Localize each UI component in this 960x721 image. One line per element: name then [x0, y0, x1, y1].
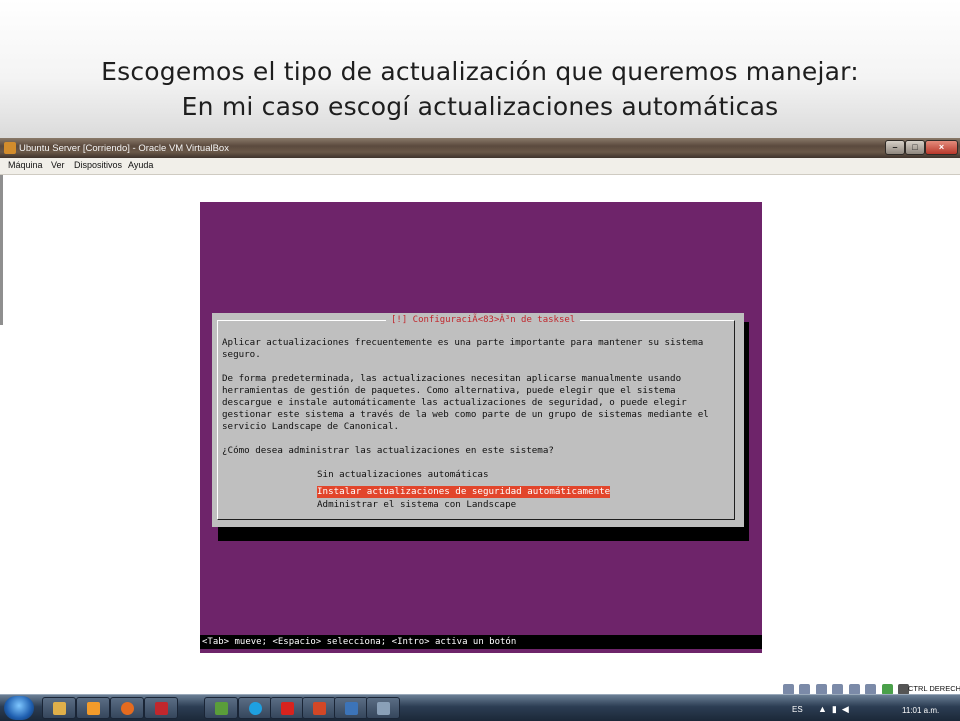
taskbar-app-acrobat[interactable] — [270, 697, 304, 719]
window-title: Ubuntu Server [Corriendo] - Oracle VM Vi… — [19, 143, 229, 154]
dialog-question: ¿Cómo desea administrar las actualizacio… — [222, 445, 554, 456]
taskbar-app-virtualbox[interactable] — [334, 697, 368, 719]
menu-bar: Máquina Ver Dispositivos Ayuda — [0, 158, 960, 175]
taskbar-app-media-player[interactable] — [76, 697, 110, 719]
tasksel-dialog: [!] ConfiguraciÃ<83>Â³n de tasksel Aplic… — [212, 313, 744, 527]
slide-header: Escogemos el tipo de actualización que q… — [0, 0, 960, 142]
close-button[interactable]: × — [925, 140, 958, 155]
firefox-icon — [121, 702, 134, 715]
window-left-edge — [0, 175, 3, 325]
taskbar-app-powerpoint[interactable] — [302, 697, 336, 719]
slide-title-line-1: Escogemos el tipo de actualización que q… — [101, 57, 859, 86]
dialog-paragraph: Aplicar actualizaciones frecuentemente e… — [222, 337, 704, 360]
windows-taskbar — [0, 694, 960, 721]
dialog-body: Aplicar actualizaciones frecuentemente e… — [222, 337, 709, 469]
option-no-automatic-updates[interactable]: Sin actualizaciones automáticas — [317, 469, 610, 481]
language-indicator[interactable]: ES — [792, 705, 803, 714]
taskbar-app-skype[interactable] — [238, 697, 272, 719]
menu-dispositivos[interactable]: Dispositivos — [74, 160, 122, 170]
option-manage-with-landscape[interactable]: Administrar el sistema con Landscape — [317, 499, 610, 511]
tool-icon — [377, 702, 390, 715]
virtualbox-window: Ubuntu Server [Corriendo] - Oracle VM Vi… — [0, 138, 960, 688]
taskbar-app-dreamweaver[interactable] — [204, 697, 238, 719]
flash-icon — [155, 702, 168, 715]
media-player-icon — [87, 702, 100, 715]
installer-help-footer: <Tab> mueve; <Espacio> selecciona; <Intr… — [200, 635, 762, 649]
menu-maquina[interactable]: Máquina — [8, 160, 43, 170]
dreamweaver-icon — [215, 702, 228, 715]
virtualbox-app-icon — [4, 142, 16, 154]
network-signal-icon[interactable]: ▮ — [832, 704, 842, 714]
minimize-button[interactable]: – — [885, 140, 905, 155]
dialog-paragraph: De forma predeterminada, las actualizaci… — [222, 373, 709, 432]
taskbar-clock[interactable]: 11:01 a.m. — [902, 706, 939, 715]
taskbar-app-tool[interactable] — [366, 697, 400, 719]
system-tray: ▲▮◀ — [818, 704, 854, 715]
taskbar-app-explorer[interactable] — [42, 697, 76, 719]
volume-icon[interactable]: ◀ — [842, 704, 854, 714]
host-key-label: CTRL DERECHA — [908, 684, 960, 693]
start-button[interactable] — [4, 696, 34, 720]
acrobat-icon — [281, 702, 294, 715]
virtualbox-icon — [345, 702, 358, 715]
taskbar-app-flash[interactable] — [144, 697, 178, 719]
vm-display-area[interactable]: [!] ConfiguraciÃ<83>Â³n de tasksel Aplic… — [0, 175, 960, 688]
action-center-icon[interactable]: ▲ — [818, 704, 832, 714]
powerpoint-icon — [313, 702, 326, 715]
menu-ayuda[interactable]: Ayuda — [128, 160, 153, 170]
skype-icon — [249, 702, 262, 715]
update-options-list: Sin actualizaciones automáticas Instalar… — [317, 469, 611, 511]
option-install-security-updates[interactable]: Instalar actualizaciones de seguridad au… — [317, 486, 611, 498]
dialog-title: [!] ConfiguraciÃ<83>Â³n de tasksel — [386, 314, 581, 327]
ubuntu-installer-screen[interactable]: [!] ConfiguraciÃ<83>Â³n de tasksel Aplic… — [200, 202, 762, 653]
folder-icon — [53, 702, 66, 715]
slide-title-line-2: En mi caso escogí actualizaciones automá… — [181, 92, 779, 121]
menu-ver[interactable]: Ver — [51, 160, 65, 170]
window-titlebar[interactable]: Ubuntu Server [Corriendo] - Oracle VM Vi… — [0, 138, 960, 158]
maximize-button[interactable]: □ — [905, 140, 925, 155]
taskbar-app-firefox[interactable] — [110, 697, 144, 719]
